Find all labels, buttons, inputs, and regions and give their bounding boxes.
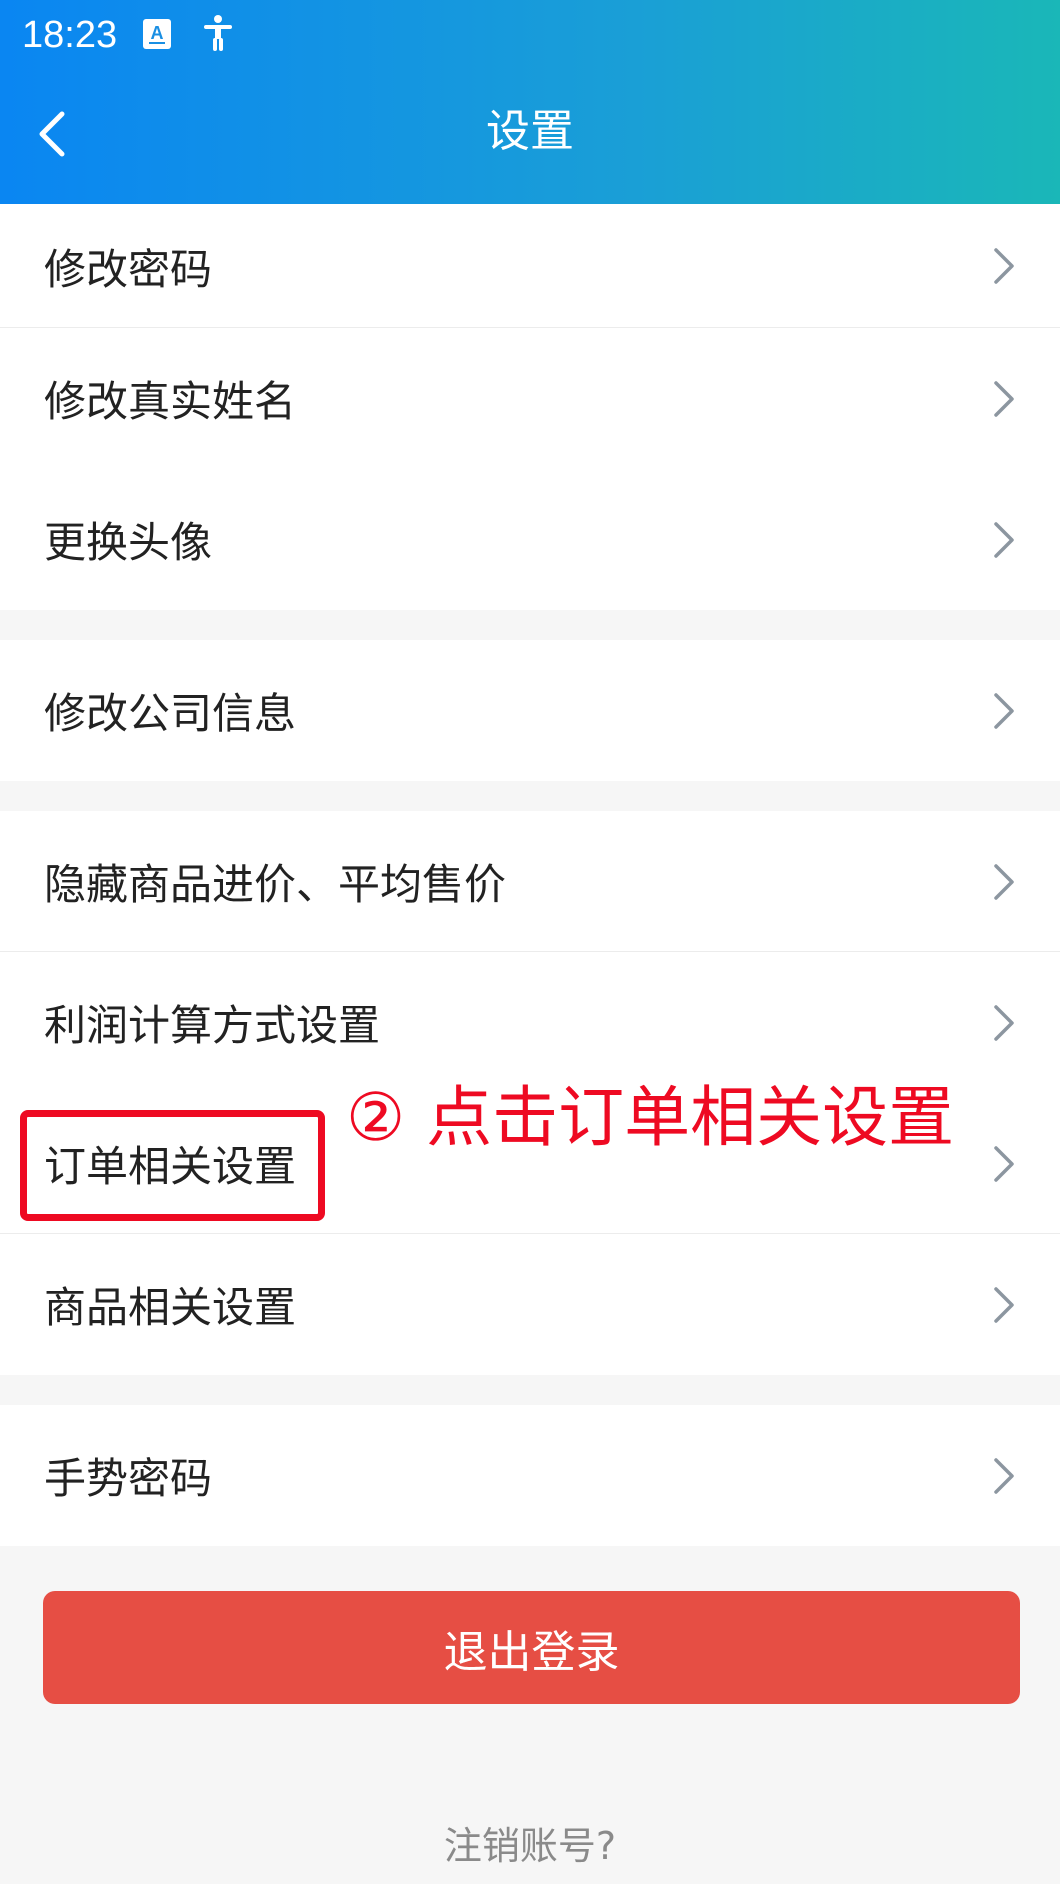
annotation-text: ② 点击订单相关设置 [346, 1079, 955, 1156]
settings-item-gesture-password[interactable]: 手势密码 [0, 1405, 1060, 1546]
settings-item-label: 更换头像 [44, 518, 213, 567]
settings-group-account: 修改密码 修改真实姓名 更换头像 [0, 204, 1060, 610]
annotation-highlight-box [20, 1110, 325, 1221]
settings-item-company-info[interactable]: 修改公司信息 [0, 640, 1060, 781]
settings-item-label: 利润计算方式设置 [44, 1001, 381, 1050]
settings-item-change-password[interactable]: 修改密码 [0, 204, 1060, 328]
settings-item-label: 商品相关设置 [44, 1283, 297, 1332]
chevron-right-icon [994, 380, 1014, 417]
chevron-right-icon [994, 1286, 1014, 1323]
chevron-right-icon [994, 1457, 1014, 1494]
group-separator [0, 610, 1060, 640]
status-bar: 18:23 A [0, 0, 1060, 70]
chevron-right-icon [994, 248, 1014, 284]
chevron-right-icon [994, 1145, 1014, 1182]
settings-list: 修改密码 修改真实姓名 更换头像 修改公司信息 隐藏商品进价、平均售价 利润计算… [0, 204, 1060, 1546]
settings-item-hide-prices[interactable]: 隐藏商品进价、平均售价 [0, 811, 1060, 952]
svg-text:A: A [151, 23, 164, 43]
settings-item-label: 修改公司信息 [44, 689, 297, 738]
app-notification-icon: A [143, 19, 171, 49]
chevron-right-icon [994, 692, 1014, 729]
cancel-account-link[interactable]: 注销账号? [0, 1818, 1060, 1874]
accessibility-icon [204, 15, 232, 51]
settings-item-label: 隐藏商品进价、平均售价 [44, 860, 507, 909]
chevron-right-icon [994, 521, 1014, 558]
settings-item-product-settings[interactable]: 商品相关设置 [0, 1234, 1060, 1375]
settings-item-change-avatar[interactable]: 更换头像 [0, 469, 1060, 610]
status-time: 18:23 [22, 14, 118, 56]
page-title: 设置 [486, 106, 574, 157]
chevron-right-icon [994, 1004, 1014, 1041]
app-header: 18:23 A 设置 [0, 0, 1060, 204]
settings-item-profit-calculation[interactable]: 利润计算方式设置 [0, 952, 1060, 1093]
group-separator [0, 781, 1060, 811]
group-separator [0, 1375, 1060, 1405]
settings-item-label: 修改密码 [44, 244, 213, 294]
settings-item-label: 手势密码 [44, 1454, 213, 1503]
chevron-right-icon [994, 863, 1014, 900]
settings-group-security: 手势密码 [0, 1405, 1060, 1546]
settings-item-change-real-name[interactable]: 修改真实姓名 [0, 328, 1060, 469]
logout-button[interactable]: 退出登录 [43, 1591, 1020, 1704]
settings-group-company: 修改公司信息 [0, 640, 1060, 781]
settings-item-label: 修改真实姓名 [44, 377, 297, 426]
